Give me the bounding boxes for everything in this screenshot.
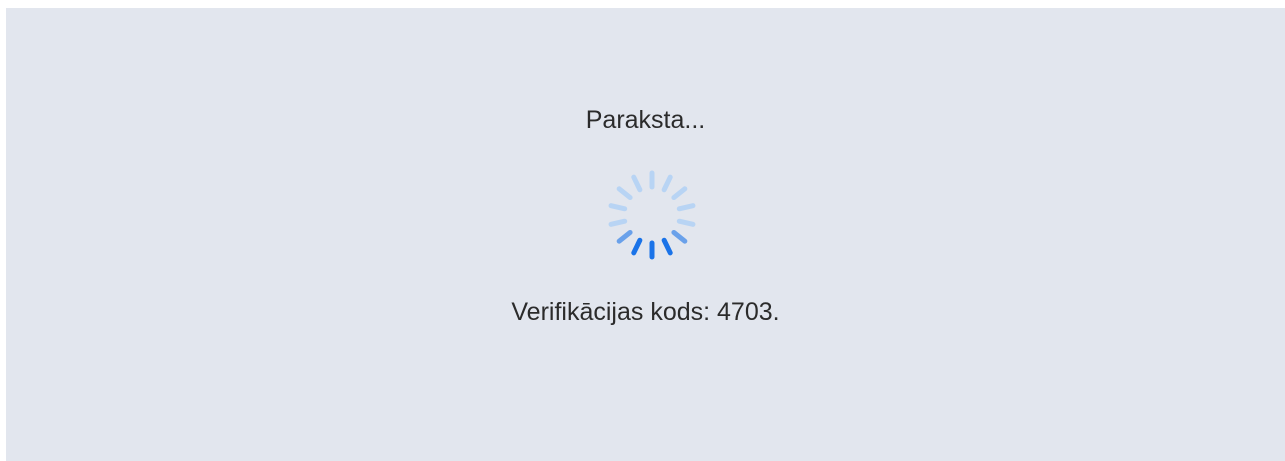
spinner-tick	[631, 174, 643, 193]
spinner-graphic	[608, 170, 696, 260]
verification-code-suffix: .	[772, 298, 780, 326]
verification-code-line: Verifikācijas kods: 4703.	[6, 296, 1285, 328]
spinner-tick	[671, 186, 688, 201]
signing-panel: Paraksta... Verifikācijas kods: 4703.	[6, 8, 1285, 461]
spinner-tick	[676, 203, 696, 212]
spinner-tick	[671, 229, 688, 244]
spinner-tick	[631, 237, 643, 256]
verification-code-label: Verifikācijas kods:	[511, 298, 718, 326]
signing-status-text: Paraksta...	[585, 106, 706, 134]
verification-code-value: 4703	[717, 298, 773, 326]
spinner-tick	[608, 203, 628, 212]
loading-spinner-icon	[602, 165, 702, 265]
spinner-tick	[661, 237, 673, 256]
spinner-tick	[608, 218, 628, 227]
spinner-tick	[616, 229, 633, 244]
spinner-tick	[616, 186, 633, 201]
spinner-tick	[661, 174, 673, 193]
spinner-tick	[676, 218, 696, 227]
